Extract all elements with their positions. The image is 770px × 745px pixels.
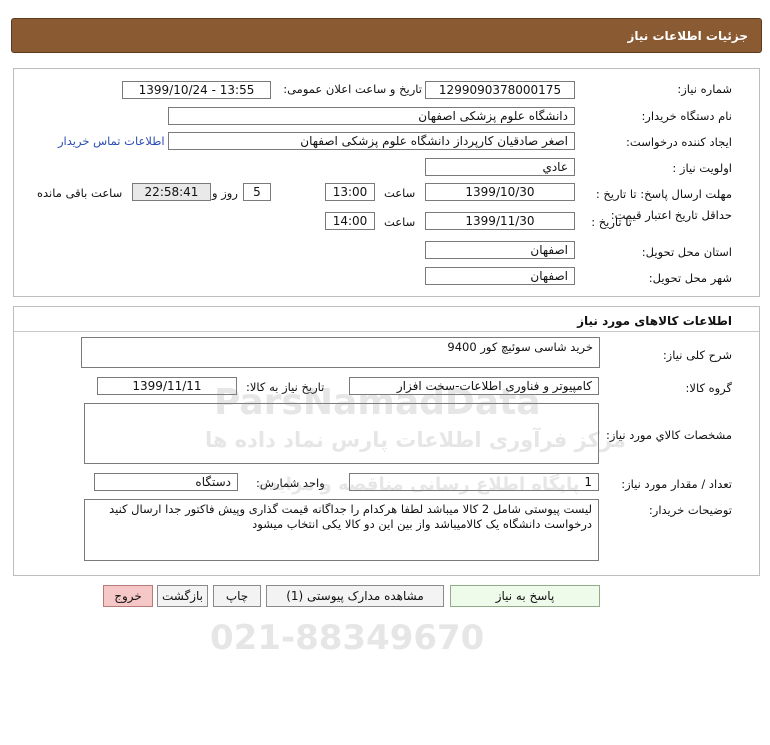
priority-label: اولویت نیاز : [672, 161, 732, 175]
province-label: استان محل تحویل: [641, 245, 732, 259]
goods-group-label: گروه کالا: [685, 381, 732, 395]
announce-field: 1399/10/24 - 13:55 [122, 81, 271, 99]
buyer-notes-line-1: لیست پیوستی شامل 2 کالا میباشد لطفا هرکد… [109, 502, 592, 516]
summary-field: خرید شاسی سوئیچ کور 9400 [81, 337, 600, 368]
send-deadline-time: 13:00 [325, 183, 375, 201]
need-date-label: تاریخ نیاز به کالا: [246, 380, 325, 394]
page-title: جزئیات اطلاعات نیاز [627, 29, 748, 43]
specs-field [84, 403, 599, 464]
need-number-field: 1299090378000175 [425, 81, 575, 99]
print-button[interactable]: چاپ [213, 585, 261, 607]
reply-to-need-button[interactable]: پاسخ به نیاز [450, 585, 600, 607]
buyer-contact-link[interactable]: اطلاعات تماس خریدار [58, 134, 165, 148]
buyer-org-label: نام دستگاه خریدار: [641, 109, 732, 123]
exit-button[interactable]: خروج [103, 585, 153, 607]
province-field: اصفهان [425, 241, 575, 259]
requester-field: اصغر صادقیان کارپرداز دانشگاه علوم پزشکی… [168, 132, 575, 150]
back-button[interactable]: بازگشت [157, 585, 208, 607]
city-label: شهر محل تحویل: [648, 271, 732, 285]
need-number-label: شماره نیاز: [677, 82, 732, 96]
qty-field: 1 [349, 473, 599, 491]
goods-group-field: کامپیوتر و فناوری اطلاعات-سخت افزار [349, 377, 599, 395]
goods-section-divider [14, 331, 759, 332]
unit-field: دستگاه [94, 473, 238, 491]
price-validity-date: 1399/11/30 [425, 212, 575, 230]
qty-label: تعداد / مقدار مورد نیاز: [621, 477, 732, 491]
buyer-notes-label: توضیحات خریدار: [648, 503, 732, 517]
remaining-time: 22:58:41 [132, 183, 211, 201]
buyer-notes-field: لیست پیوستی شامل 2 کالا میباشد لطفا هرکد… [84, 499, 599, 561]
watermark-phone: 021-88349670 [210, 618, 485, 658]
unit-label: واحد شمارش: [256, 476, 325, 490]
send-deadline-label: مهلت ارسال پاسخ: تا تاریخ : [595, 187, 732, 201]
price-validity-sub-label: تا تاریخ : [591, 215, 632, 229]
specs-label: مشخصات کالاي مورد نياز: [605, 428, 732, 442]
need-info-panel [13, 68, 760, 297]
need-date-field: 1399/11/11 [97, 377, 237, 395]
days-label: روز و [212, 186, 238, 200]
city-field: اصفهان [425, 267, 575, 285]
buyer-notes-line-2: درخواست دانشگاه یک کالامیباشد واز بین ای… [252, 517, 592, 531]
goods-section-title: اطلاعات کالاهای مورد نیاز [577, 314, 732, 328]
price-validity-time-label: ساعت [384, 215, 416, 229]
days-remaining: 5 [243, 183, 271, 201]
priority-field: عادي [425, 158, 575, 176]
announce-label: تاریخ و ساعت اعلان عمومی: [283, 82, 422, 96]
summary-label: شرح کلی نیاز: [662, 348, 732, 362]
remaining-label: ساعت باقی مانده [37, 186, 123, 200]
price-validity-time: 14:00 [325, 212, 375, 230]
view-attachments-button[interactable]: مشاهده مدارک پیوستی (1) [266, 585, 444, 607]
send-deadline-date: 1399/10/30 [425, 183, 575, 201]
send-deadline-time-label: ساعت [384, 186, 416, 200]
buyer-org-field: دانشگاه علوم پزشکی اصفهان [168, 107, 575, 125]
requester-label: ایجاد کننده درخواست: [626, 135, 732, 149]
